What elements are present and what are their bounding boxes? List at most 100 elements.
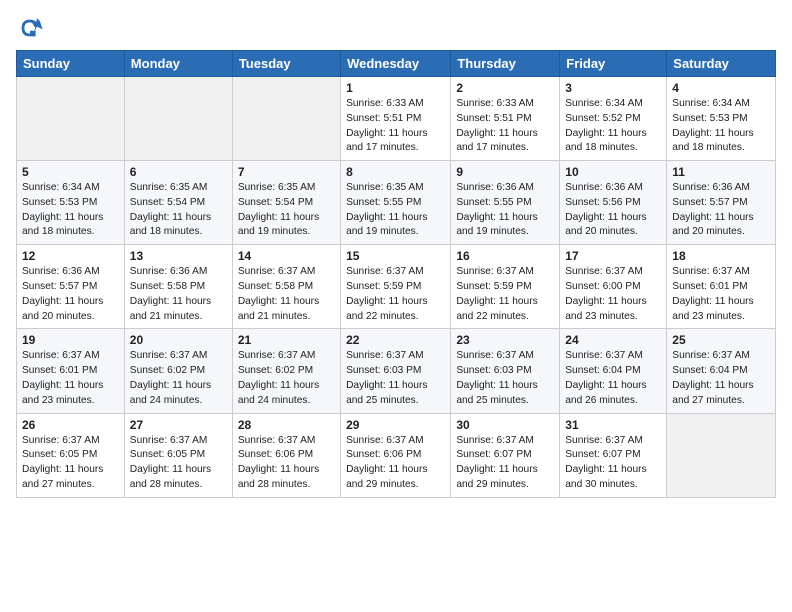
page: SundayMondayTuesdayWednesdayThursdayFrid… [0,0,792,514]
day-cell-10: 10 Sunrise: 6:36 AM Sunset: 5:56 PM Dayli… [560,161,667,245]
weekday-header-tuesday: Tuesday [232,51,340,77]
day-number: 5 [22,165,119,179]
day-info: Sunrise: 6:37 AM Sunset: 6:03 PM Dayligh… [456,349,554,408]
day-cell-25: 25Sunrise: 6:37 AM Sunset: 6:04 PM Dayli… [667,329,776,413]
day-cell-12: 12 Sunrise: 6:36 AM Sunset: 5:57 PM Dayli… [17,245,125,329]
day-number: 16 [456,249,554,263]
day-number: 21 [238,333,335,347]
day-info: Sunrise: 6:35 AM Sunset: 5:54 PM Dayligh… [130,181,227,240]
weekday-header-row: SundayMondayTuesdayWednesdayThursdayFrid… [17,51,776,77]
day-number: 24 [565,333,661,347]
day-cell-2: 2 Sunrise: 6:33 AM Sunset: 5:51 PM Daylig… [451,77,560,161]
day-info: Sunrise: 6:36 AM Sunset: 5:57 PM Dayligh… [22,265,119,324]
empty-cell [232,77,340,161]
day-number: 1 [346,81,445,95]
logo [16,14,48,42]
week-row-4: 19 Sunrise: 6:37 AM Sunset: 6:01 PM Dayli… [17,329,776,413]
week-row-1: 1 Sunrise: 6:33 AM Sunset: 5:51 PM Daylig… [17,77,776,161]
day-number: 14 [238,249,335,263]
day-cell-1: 1 Sunrise: 6:33 AM Sunset: 5:51 PM Daylig… [341,77,451,161]
logo-icon [16,14,44,42]
day-number: 29 [346,418,445,432]
day-info: Sunrise: 6:37 AM Sunset: 6:01 PM Dayligh… [22,349,119,408]
day-number: 12 [22,249,119,263]
day-cell-21: 21 Sunrise: 6:37 AM Sunset: 6:02 PM Dayli… [232,329,340,413]
day-number: 2 [456,81,554,95]
day-info: Sunrise: 6:37 AM Sunset: 6:02 PM Dayligh… [130,349,227,408]
day-cell-28: 28 Sunrise: 6:37 AM Sunset: 6:06 PM Dayli… [232,413,340,497]
day-cell-15: 15Sunrise: 6:37 AM Sunset: 5:59 PM Dayli… [341,245,451,329]
day-number: 10 [565,165,661,179]
calendar-table: SundayMondayTuesdayWednesdayThursdayFrid… [16,50,776,498]
weekday-header-sunday: Sunday [17,51,125,77]
day-info: Sunrise: 6:37 AM Sunset: 6:00 PM Dayligh… [565,265,661,324]
day-info: Sunrise: 6:36 AM Sunset: 5:56 PM Dayligh… [565,181,661,240]
day-info: Sunrise: 6:37 AM Sunset: 6:07 PM Dayligh… [565,434,661,493]
empty-cell [17,77,125,161]
day-cell-9: 9Sunrise: 6:36 AM Sunset: 5:55 PM Daylig… [451,161,560,245]
day-info: Sunrise: 6:37 AM Sunset: 6:04 PM Dayligh… [672,349,770,408]
day-info: Sunrise: 6:37 AM Sunset: 5:58 PM Dayligh… [238,265,335,324]
day-cell-27: 27 Sunrise: 6:37 AM Sunset: 6:05 PM Dayli… [124,413,232,497]
empty-cell [667,413,776,497]
weekday-header-thursday: Thursday [451,51,560,77]
day-number: 18 [672,249,770,263]
day-cell-26: 26 Sunrise: 6:37 AM Sunset: 6:05 PM Dayli… [17,413,125,497]
day-info: Sunrise: 6:34 AM Sunset: 5:53 PM Dayligh… [22,181,119,240]
week-row-2: 5 Sunrise: 6:34 AM Sunset: 5:53 PM Daylig… [17,161,776,245]
day-info: Sunrise: 6:33 AM Sunset: 5:51 PM Dayligh… [456,97,554,156]
day-info: Sunrise: 6:33 AM Sunset: 5:51 PM Dayligh… [346,97,445,156]
day-number: 28 [238,418,335,432]
day-number: 26 [22,418,119,432]
day-info: Sunrise: 6:37 AM Sunset: 6:05 PM Dayligh… [22,434,119,493]
day-info: Sunrise: 6:34 AM Sunset: 5:52 PM Dayligh… [565,97,661,156]
day-cell-19: 19 Sunrise: 6:37 AM Sunset: 6:01 PM Dayli… [17,329,125,413]
weekday-header-saturday: Saturday [667,51,776,77]
day-number: 19 [22,333,119,347]
day-info: Sunrise: 6:36 AM Sunset: 5:55 PM Dayligh… [456,181,554,240]
day-number: 31 [565,418,661,432]
day-cell-30: 30Sunrise: 6:37 AM Sunset: 6:07 PM Dayli… [451,413,560,497]
day-number: 6 [130,165,227,179]
day-info: Sunrise: 6:37 AM Sunset: 5:59 PM Dayligh… [456,265,554,324]
day-info: Sunrise: 6:37 AM Sunset: 6:02 PM Dayligh… [238,349,335,408]
weekday-header-monday: Monday [124,51,232,77]
day-number: 17 [565,249,661,263]
day-cell-20: 20Sunrise: 6:37 AM Sunset: 6:02 PM Dayli… [124,329,232,413]
day-info: Sunrise: 6:37 AM Sunset: 6:06 PM Dayligh… [238,434,335,493]
day-number: 30 [456,418,554,432]
day-info: Sunrise: 6:37 AM Sunset: 6:03 PM Dayligh… [346,349,445,408]
week-row-5: 26 Sunrise: 6:37 AM Sunset: 6:05 PM Dayli… [17,413,776,497]
week-row-3: 12 Sunrise: 6:36 AM Sunset: 5:57 PM Dayli… [17,245,776,329]
day-cell-4: 4Sunrise: 6:34 AM Sunset: 5:53 PM Daylig… [667,77,776,161]
empty-cell [124,77,232,161]
day-cell-8: 8Sunrise: 6:35 AM Sunset: 5:55 PM Daylig… [341,161,451,245]
weekday-header-wednesday: Wednesday [341,51,451,77]
day-info: Sunrise: 6:37 AM Sunset: 5:59 PM Dayligh… [346,265,445,324]
day-info: Sunrise: 6:36 AM Sunset: 5:58 PM Dayligh… [130,265,227,324]
header [16,10,776,42]
day-info: Sunrise: 6:35 AM Sunset: 5:54 PM Dayligh… [238,181,335,240]
day-info: Sunrise: 6:37 AM Sunset: 6:01 PM Dayligh… [672,265,770,324]
day-number: 23 [456,333,554,347]
day-number: 27 [130,418,227,432]
day-info: Sunrise: 6:37 AM Sunset: 6:05 PM Dayligh… [130,434,227,493]
day-cell-3: 3Sunrise: 6:34 AM Sunset: 5:52 PM Daylig… [560,77,667,161]
day-cell-7: 7Sunrise: 6:35 AM Sunset: 5:54 PM Daylig… [232,161,340,245]
day-number: 8 [346,165,445,179]
day-cell-31: 31 Sunrise: 6:37 AM Sunset: 6:07 PM Dayli… [560,413,667,497]
day-info: Sunrise: 6:37 AM Sunset: 6:04 PM Dayligh… [565,349,661,408]
day-cell-17: 17 Sunrise: 6:37 AM Sunset: 6:00 PM Dayli… [560,245,667,329]
weekday-header-friday: Friday [560,51,667,77]
day-info: Sunrise: 6:37 AM Sunset: 6:06 PM Dayligh… [346,434,445,493]
day-cell-23: 23 Sunrise: 6:37 AM Sunset: 6:03 PM Dayli… [451,329,560,413]
day-cell-5: 5 Sunrise: 6:34 AM Sunset: 5:53 PM Daylig… [17,161,125,245]
day-cell-29: 29 Sunrise: 6:37 AM Sunset: 6:06 PM Dayli… [341,413,451,497]
day-cell-13: 13Sunrise: 6:36 AM Sunset: 5:58 PM Dayli… [124,245,232,329]
day-cell-24: 24 Sunrise: 6:37 AM Sunset: 6:04 PM Dayli… [560,329,667,413]
day-cell-16: 16 Sunrise: 6:37 AM Sunset: 5:59 PM Dayli… [451,245,560,329]
day-number: 22 [346,333,445,347]
day-cell-18: 18 Sunrise: 6:37 AM Sunset: 6:01 PM Dayli… [667,245,776,329]
day-cell-14: 14 Sunrise: 6:37 AM Sunset: 5:58 PM Dayli… [232,245,340,329]
day-cell-22: 22 Sunrise: 6:37 AM Sunset: 6:03 PM Dayli… [341,329,451,413]
